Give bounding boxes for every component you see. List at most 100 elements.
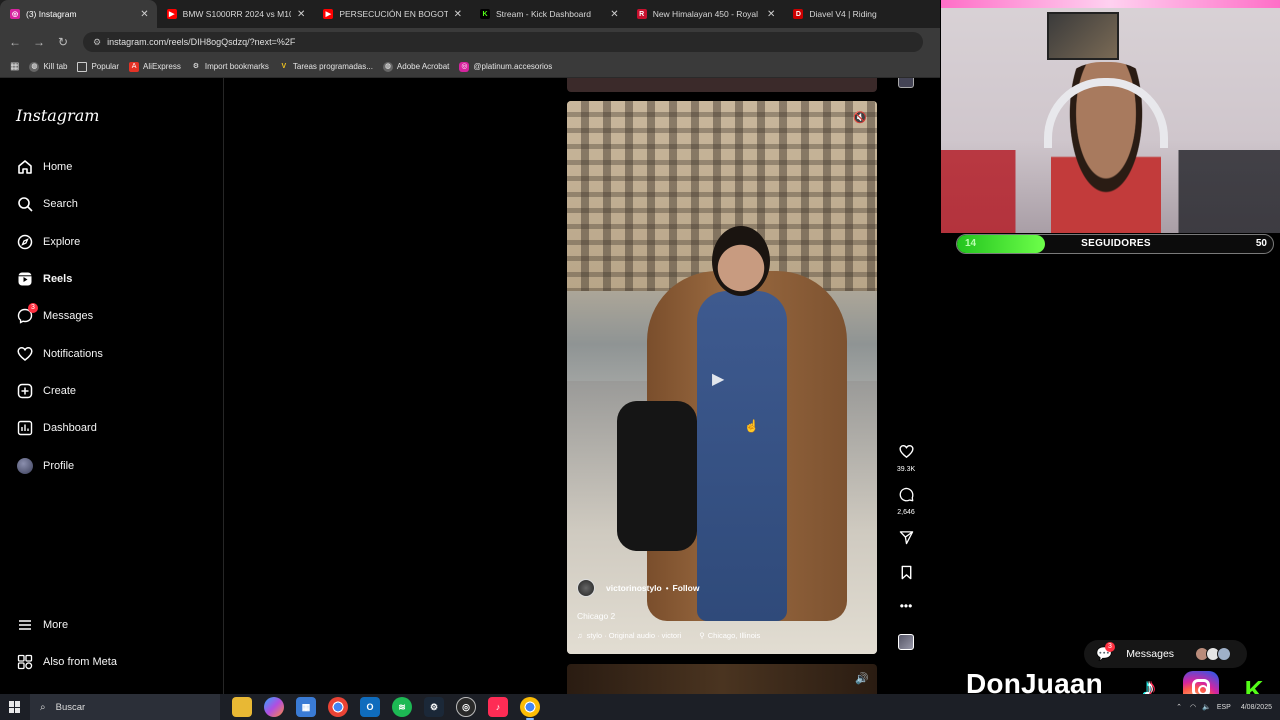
nav-messages[interactable]: 3 Messages	[16, 303, 93, 325]
nav-label: Profile	[43, 460, 75, 472]
volume-icon[interactable]: 🔈	[1202, 703, 1211, 711]
nav-explore[interactable]: Explore	[16, 233, 80, 251]
like-count: 39.3K	[896, 466, 916, 473]
goal-label: SEGUIDORES	[1081, 238, 1151, 249]
nav-reels[interactable]: Reels	[16, 270, 72, 288]
close-icon[interactable]: ✕	[297, 9, 305, 20]
comment-button[interactable]: 2,646	[893, 487, 919, 516]
meta-icon	[16, 653, 34, 671]
tab-instagram[interactable]: ◎ (3) Instagram ✕	[0, 0, 157, 28]
bookmark-import[interactable]: ⚙ Import bookmarks	[191, 62, 269, 72]
location-label[interactable]: Chicago, Illinois	[708, 631, 761, 640]
nav-profile[interactable]: Profile	[16, 457, 74, 475]
steam-icon[interactable]: ⚙	[424, 697, 444, 717]
compass-icon	[16, 233, 34, 251]
tab-title: Stream - Kick Dashboard	[496, 9, 591, 19]
windows-taskbar: ⌕ Buscar ▦ O ≋ ⚙ ◎ ♪ ⌃ ◠ 🔈 ESP 4/08/2025	[0, 694, 1280, 720]
address-bar: ← → ↻ ⚙ instagram.com/reels/DIH8ogQsdzq/…	[0, 28, 940, 56]
date-label: 4/08/2025	[1240, 703, 1272, 711]
close-icon[interactable]: ✕	[454, 9, 462, 20]
forward-icon[interactable]: →	[27, 35, 51, 49]
network-app-icon[interactable]: ◎	[456, 697, 476, 717]
nav-notifications[interactable]: Notifications	[16, 345, 103, 363]
bookmark-tareas[interactable]: V Tareas programadas...	[279, 62, 373, 72]
like-button[interactable]: 39.3K	[893, 444, 919, 473]
back-icon[interactable]: ←	[3, 35, 27, 49]
next-reel[interactable]	[567, 664, 877, 694]
video-subject-head	[712, 226, 770, 296]
start-button[interactable]	[0, 694, 30, 720]
language-indicator[interactable]: ESP	[1217, 704, 1231, 711]
nav-dashboard[interactable]: Dashboard	[16, 419, 97, 437]
wifi-icon[interactable]: ◠	[1190, 703, 1196, 711]
nav-search[interactable]: Search	[16, 195, 78, 213]
follow-button[interactable]: Follow	[673, 583, 700, 593]
bookmark-aliexpress[interactable]: A AliExpress	[129, 61, 181, 72]
youtube-icon: ▶	[323, 9, 334, 19]
instagram-icon: ◎	[10, 9, 20, 19]
reload-icon[interactable]: ↻	[51, 35, 75, 49]
bookmark-popular[interactable]: Popular	[77, 61, 119, 72]
audio-thumbnail[interactable]	[898, 634, 914, 650]
previous-reel[interactable]	[567, 78, 877, 92]
separator: •	[665, 583, 669, 593]
chrome-active-icon[interactable]	[520, 697, 540, 720]
bookmark-kill-tab[interactable]: ◍ Kill tab	[29, 61, 67, 72]
nav-more[interactable]: More	[16, 616, 68, 634]
microsoft-store-icon[interactable]: ▦	[296, 697, 316, 717]
audio-label[interactable]: stylo · Original audio · victori	[587, 631, 682, 640]
bookmark-acrobat[interactable]: ◍ Adobe Acrobat	[382, 61, 449, 72]
nav-also-from-meta[interactable]: Also from Meta	[16, 653, 117, 671]
tab-persecucion[interactable]: ▶ PERSECUCIÓN EN BOGOTÁ ✕	[313, 0, 470, 28]
copilot-icon[interactable]	[264, 697, 284, 717]
chrome-icon[interactable]	[328, 697, 348, 717]
reel-video[interactable]: 🔇 ▶ ☝ victorinostylo • Follow Chicago 2 …	[567, 101, 877, 654]
nav-label: Reels	[43, 273, 73, 285]
v-icon: V	[281, 62, 287, 70]
clock[interactable]: 4/08/2025	[1241, 703, 1272, 712]
wall-poster	[1047, 12, 1119, 60]
spotify-icon[interactable]: ≋	[392, 697, 412, 717]
close-icon[interactable]: ✕	[767, 9, 775, 20]
nav-label: Also from Meta	[43, 656, 117, 668]
close-icon[interactable]: ✕	[140, 9, 148, 20]
more-options-button[interactable]: •••	[893, 598, 919, 614]
nav-create[interactable]: Create	[16, 382, 76, 400]
site-info-icon[interactable]: ⚙	[93, 37, 101, 48]
nav-home[interactable]: Home	[16, 158, 72, 176]
mute-icon[interactable]: 🔇	[853, 111, 867, 124]
tab-bmw[interactable]: ▶ BMW S1000RR 2024 vs M1000R ✕	[157, 0, 314, 28]
messages-pill[interactable]: 💬 3 Messages	[1084, 640, 1247, 668]
tab-diavel[interactable]: D Diavel V4 | Riding	[783, 0, 940, 28]
tab-royal-enfield[interactable]: R New Himalayan 450 - Royal Enfield ✕	[627, 0, 784, 28]
author-username[interactable]: victorinostylo	[606, 583, 662, 593]
folder-icon	[77, 61, 88, 72]
led-strip	[941, 0, 1280, 8]
follower-goal-bar: 14 SEGUIDORES 50	[956, 234, 1274, 254]
music-icon: ♫	[577, 631, 583, 640]
author-avatar[interactable]	[577, 579, 595, 597]
save-button[interactable]	[893, 565, 919, 584]
volume-icon[interactable]: 🔊	[855, 672, 869, 685]
reel-info: victorinostylo • Follow Chicago 2 ♫ styl…	[577, 579, 867, 640]
share-button[interactable]	[893, 530, 919, 549]
tray-chevron-icon[interactable]: ⌃	[1176, 703, 1182, 711]
close-icon[interactable]: ✕	[610, 9, 618, 20]
messages-badge: 3	[28, 303, 38, 313]
globe-icon: ◍	[382, 61, 393, 72]
play-icon[interactable]: ▶	[712, 369, 724, 389]
taskbar-search[interactable]: ⌕ Buscar	[30, 694, 220, 720]
tab-bar: ◎ (3) Instagram ✕ ▶ BMW S1000RR 2024 vs …	[0, 0, 940, 28]
bookmark-platinum[interactable]: ◎ @platinum.accesorios	[459, 61, 552, 72]
reels-icon	[16, 270, 34, 288]
instagram-logo[interactable]: Instagram	[16, 106, 99, 125]
tiktok-app-icon[interactable]: ♪	[488, 697, 508, 717]
tab-kick-dashboard[interactable]: K Stream - Kick Dashboard ✕	[470, 0, 627, 28]
previous-audio-thumbnail[interactable]	[898, 78, 914, 88]
url-field[interactable]: ⚙ instagram.com/reels/DIH8ogQsdzq/?next=…	[83, 32, 923, 52]
messages-label: Messages	[1126, 648, 1175, 660]
apps-icon[interactable]: ▦	[10, 61, 19, 72]
outlook-icon[interactable]: O	[360, 697, 380, 717]
file-explorer-icon[interactable]	[232, 697, 252, 717]
instagram-sidebar: Instagram Home Search Explore Reels 3 Me…	[0, 78, 224, 694]
